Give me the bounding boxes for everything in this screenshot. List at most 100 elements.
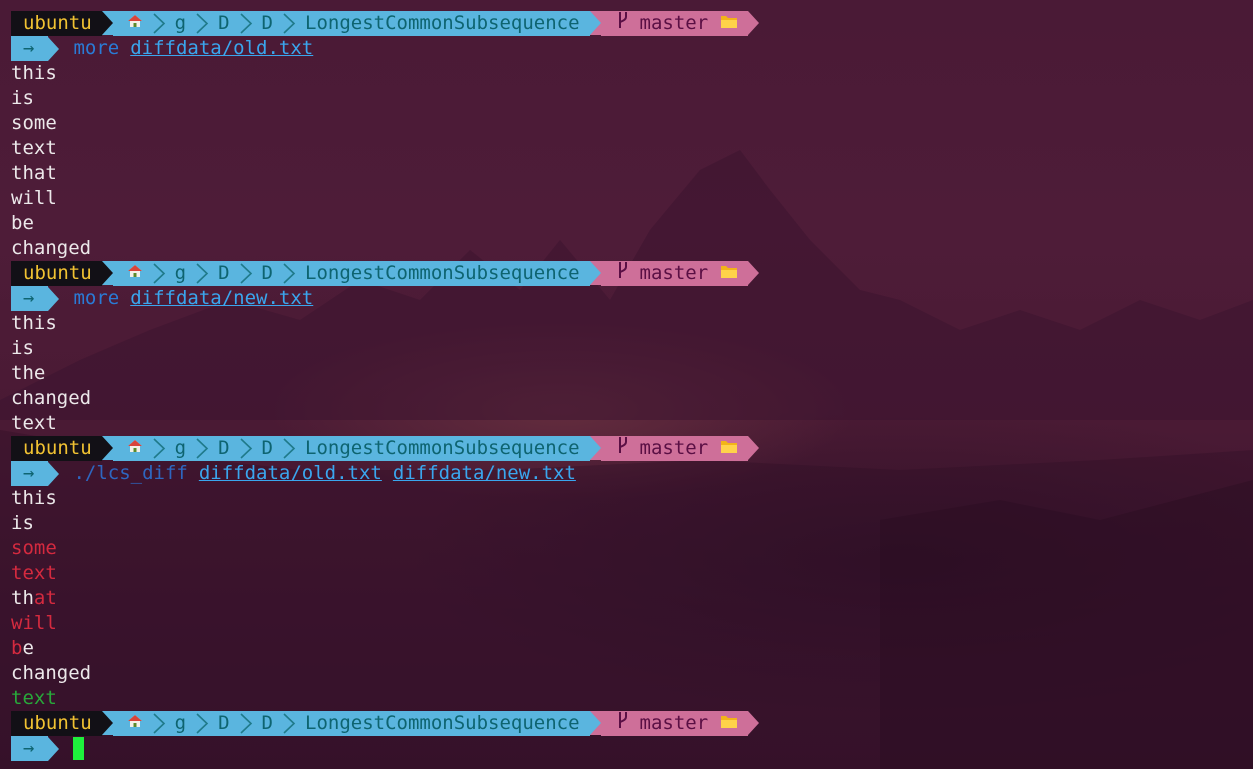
deleted-text: b (11, 637, 23, 659)
path-separator-icon (282, 11, 296, 36)
git-branch-icon (617, 10, 629, 37)
path-segment: D (261, 437, 273, 459)
path-separator-icon (152, 261, 166, 286)
output-line: be (11, 211, 759, 236)
command-line[interactable]: → more diffdata/new.txt (11, 286, 759, 311)
segment-arrow (589, 711, 601, 735)
output-text: e (22, 637, 34, 659)
prompt-arrow: → (11, 286, 49, 311)
segment-arrow (748, 436, 760, 460)
command-name: more (73, 37, 120, 59)
prompt-user: ubuntu (11, 711, 102, 736)
segment-arrow (748, 11, 760, 35)
terminal-output: ubuntu g D D LongestCommonSubsequence master →… (11, 10, 760, 761)
output-text: will (11, 187, 57, 209)
path-separator-icon (282, 436, 296, 461)
prompt-git: master (600, 260, 749, 287)
output-line: the (11, 361, 759, 386)
output-text: text (11, 137, 57, 159)
branch-name: master (639, 262, 709, 284)
path-separator-icon (239, 11, 253, 36)
output-line: this (11, 486, 759, 511)
output-text: is (11, 337, 34, 359)
output-line: that (11, 161, 759, 186)
path-separator-icon (195, 711, 209, 736)
git-branch-icon (617, 260, 629, 287)
output-line: is (11, 336, 759, 361)
house-icon (127, 11, 143, 36)
output-line: be (11, 636, 759, 661)
prompt-git: master (600, 10, 749, 37)
deleted-text: text (11, 562, 57, 584)
segment-arrow (48, 286, 60, 311)
output-line: is (11, 86, 759, 111)
output-line: this (11, 61, 759, 86)
prompt-git: master (600, 711, 749, 736)
path-segment: D (261, 12, 273, 34)
prompt-user: ubuntu (11, 261, 102, 286)
output-line: text (11, 686, 759, 711)
path-segment: LongestCommonSubsequence (305, 437, 580, 459)
file-path-link[interactable]: diffdata/old.txt (199, 461, 382, 486)
prompt-arrow: → (11, 461, 49, 486)
path-separator-icon (239, 436, 253, 461)
prompt-user: ubuntu (11, 11, 102, 36)
prompt-user: ubuntu (11, 436, 102, 461)
git-branch-icon (617, 435, 629, 462)
output-line: text (11, 411, 759, 436)
path-segment: D (218, 712, 230, 734)
prompt-path: g D D LongestCommonSubsequence (112, 11, 590, 36)
output-line: will (11, 186, 759, 211)
prompt-bar: ubuntu g D D LongestCommonSubsequence master (11, 435, 760, 462)
path-separator-icon (282, 261, 296, 286)
output-line: changed (11, 661, 759, 686)
output-line: text (11, 561, 759, 586)
prompt-git: master (600, 435, 749, 462)
output-text: changed (11, 662, 92, 684)
segment-arrow (589, 11, 601, 35)
deleted-text: some (11, 537, 57, 559)
path-segment: D (218, 12, 230, 34)
output-line: that (11, 586, 759, 611)
path-segment: g (174, 262, 187, 284)
path-segment: LongestCommonSubsequence (305, 12, 580, 34)
branch-name: master (639, 437, 709, 459)
command-line[interactable]: → ./lcs_diff diffdata/old.txt diffdata/new.… (11, 461, 759, 486)
text-cursor[interactable] (73, 737, 85, 760)
house-icon (127, 261, 143, 286)
branch-name: master (639, 12, 709, 34)
segment-arrow (589, 261, 601, 285)
path-segment: D (261, 262, 273, 284)
prompt-bar: ubuntu g D D LongestCommonSubsequence master (11, 260, 760, 287)
prompt-path: g D D LongestCommonSubsequence (112, 436, 590, 461)
output-text: the (11, 362, 46, 384)
segment-arrow (101, 436, 113, 460)
prompt-path: g D D LongestCommonSubsequence (112, 261, 590, 286)
segment-arrow (101, 261, 113, 285)
folder-icon (720, 261, 738, 286)
path-separator-icon (152, 436, 166, 461)
house-icon (127, 436, 143, 461)
segment-arrow (48, 736, 60, 761)
segment-arrow (748, 711, 760, 735)
output-text: changed (11, 387, 92, 409)
output-text: changed (11, 237, 92, 259)
file-path-link[interactable]: diffdata/old.txt (130, 36, 313, 61)
output-text: th (11, 587, 34, 609)
command-name: ./lcs_diff (73, 462, 188, 484)
path-segment: LongestCommonSubsequence (305, 712, 580, 734)
path-segment: g (174, 437, 187, 459)
file-path-link[interactable]: diffdata/new.txt (130, 286, 313, 311)
command-line[interactable]: → more diffdata/old.txt (11, 36, 759, 61)
deleted-text: at (33, 587, 57, 609)
file-path-link[interactable]: diffdata/new.txt (393, 461, 576, 486)
command-line[interactable]: → (11, 736, 759, 761)
output-text: this (11, 487, 57, 509)
output-line: is (11, 511, 759, 536)
segment-arrow (48, 461, 60, 486)
path-segment: D (218, 262, 230, 284)
segment-arrow (748, 261, 760, 285)
path-segment: D (218, 437, 230, 459)
output-text: is (11, 87, 34, 109)
path-segment: D (261, 712, 273, 734)
